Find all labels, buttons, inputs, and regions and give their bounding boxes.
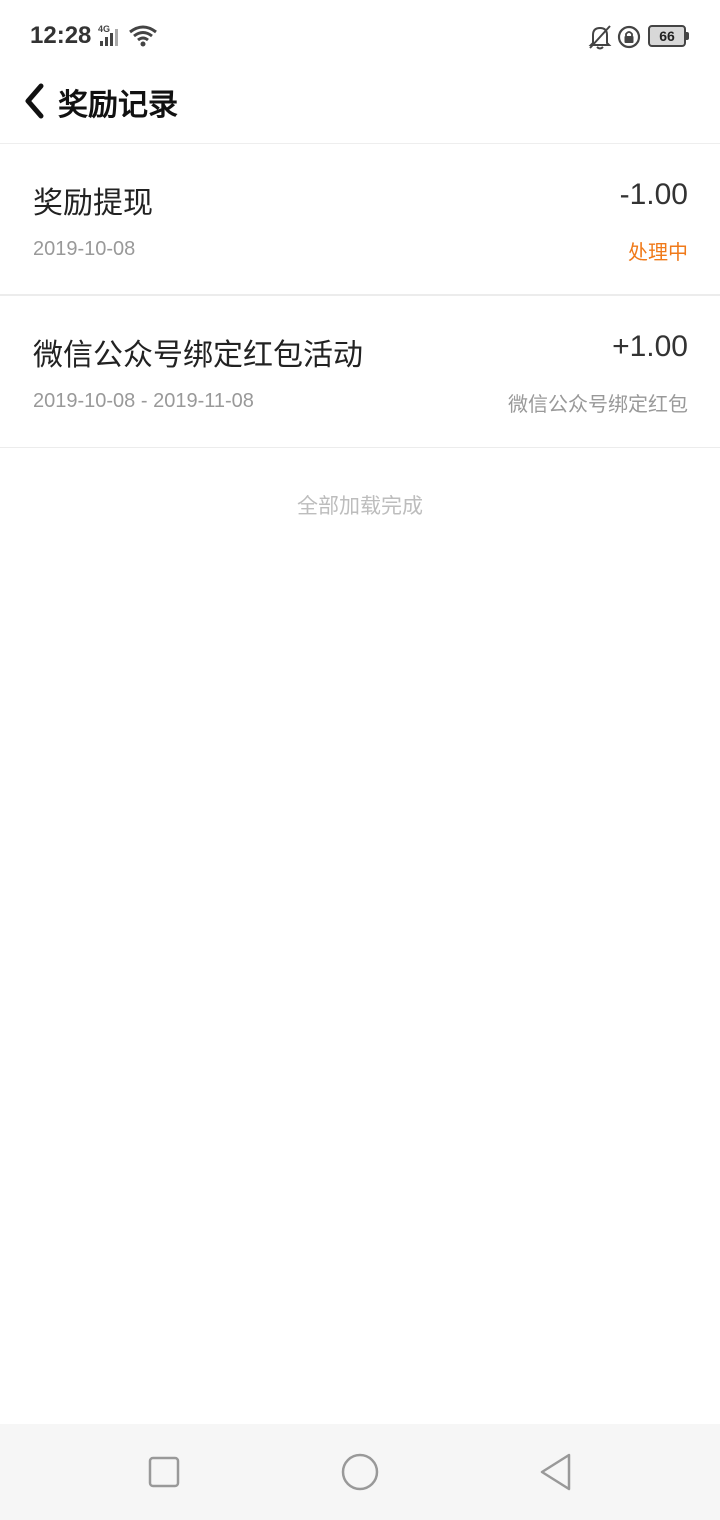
battery-level: 66 [648,25,686,47]
svg-text:4G: 4G [98,24,110,34]
chevron-left-icon [25,83,44,119]
signal-4g-icon: 4G [98,24,118,46]
wifi-icon [129,25,157,47]
battery-tip [686,32,689,40]
back-button[interactable] [14,78,54,124]
reward-record-item[interactable]: 奖励提现 -1.00 2019-10-08 处理中 [0,144,720,296]
app-header: 奖励记录 [0,74,720,144]
record-amount: +1.00 [612,330,688,363]
battery-icon: 66 [648,25,690,47]
record-status: 处理中 [628,240,688,264]
load-complete-text: 全部加载完成 [297,494,423,518]
rotation-lock-icon [617,25,641,49]
record-title: 奖励提现 [33,186,153,221]
record-date: 2019-10-08 [33,238,136,260]
system-nav-bar [0,1424,720,1520]
reward-record-item[interactable]: 微信公众号绑定红包活动 +1.00 2019-10-08 - 2019-11-0… [0,296,720,448]
status-time: 12:28 [30,22,92,49]
page-title: 奖励记录 [58,88,178,123]
circle-icon[interactable] [340,1452,380,1492]
status-bar: 12:28 4G 66 [0,0,720,74]
triangle-back-icon[interactable] [536,1452,576,1492]
square-icon[interactable] [144,1452,184,1492]
record-title: 微信公众号绑定红包活动 [33,338,363,373]
record-amount: -1.00 [619,178,688,211]
record-status: 微信公众号绑定红包 [508,392,688,416]
record-date: 2019-10-08 - 2019-11-08 [33,390,254,412]
bell-muted-icon [588,25,612,50]
